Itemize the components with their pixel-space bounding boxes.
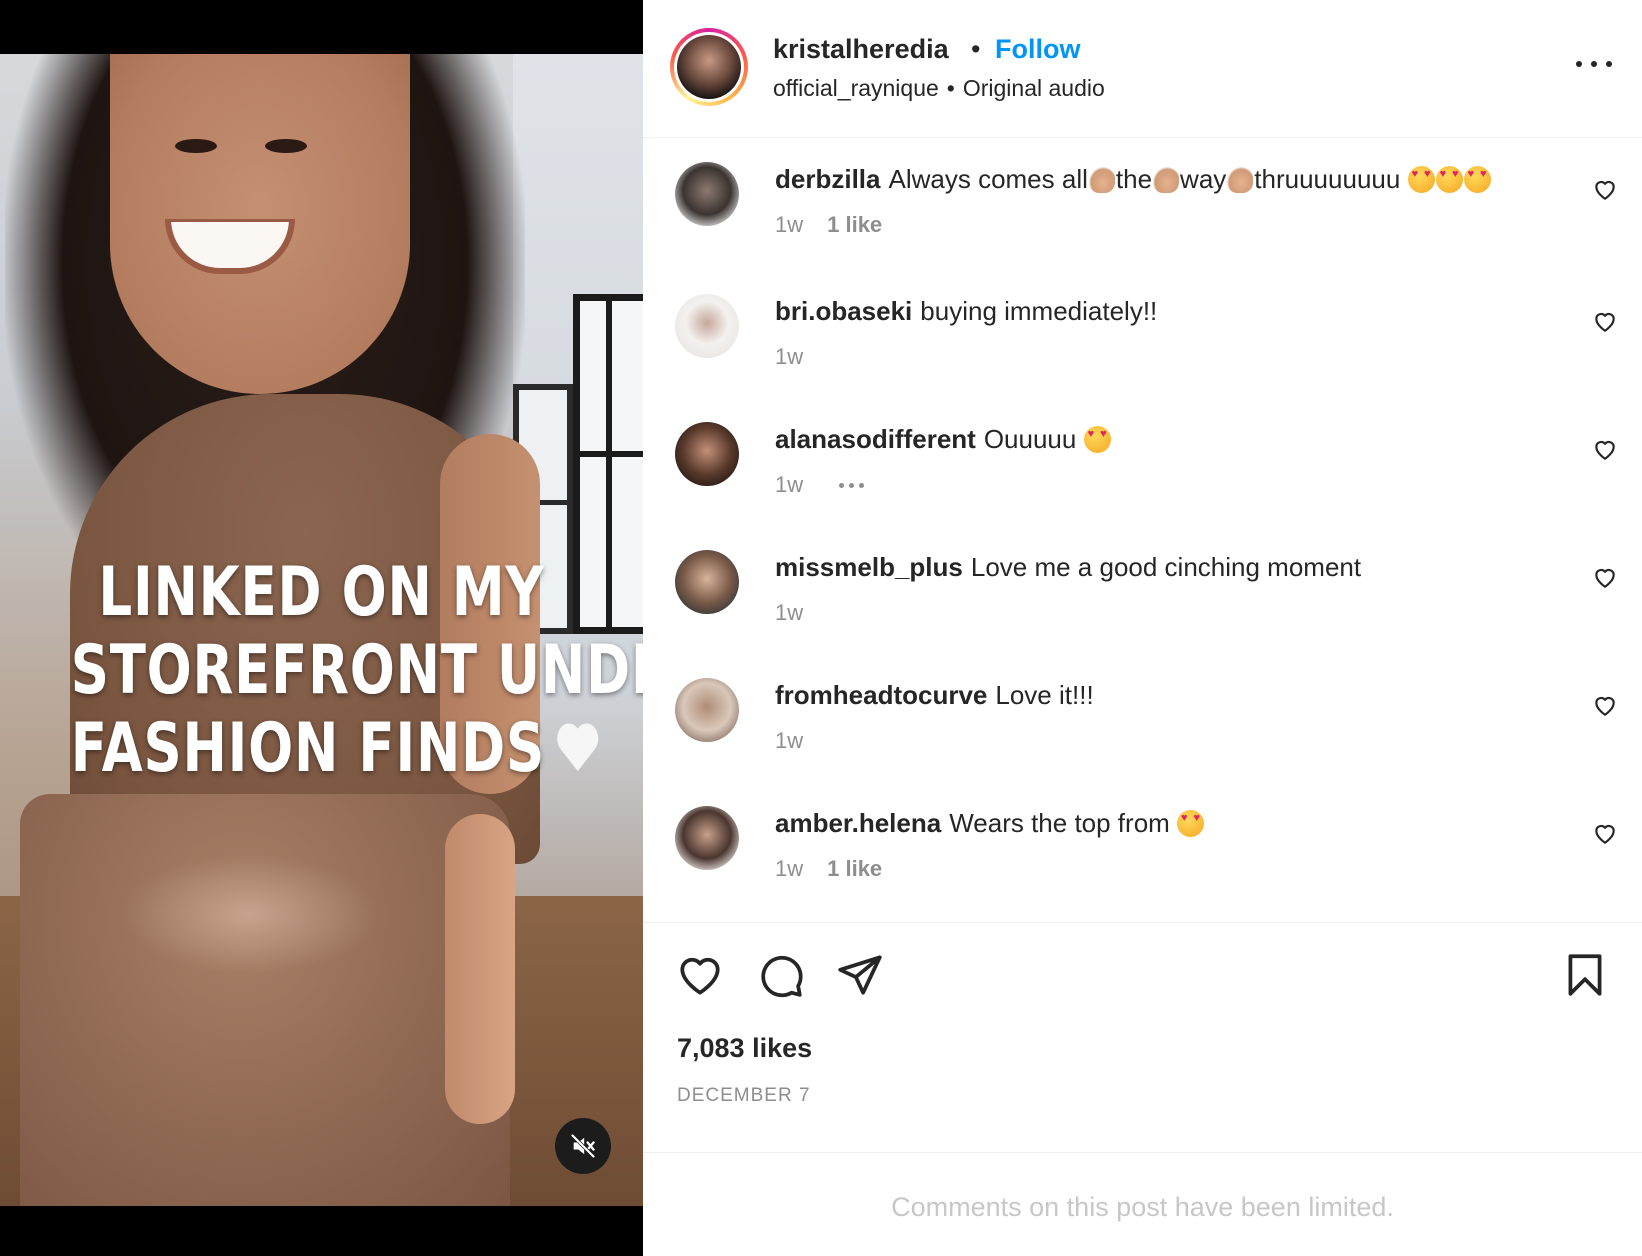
commenter-avatar[interactable] [675,162,739,226]
comment-time[interactable]: 1w [775,728,803,754]
heart-eyes-emoji-icon [1463,166,1491,193]
heart-outline-icon[interactable] [675,950,725,1000]
clapping-hands-emoji-icon [1153,167,1180,193]
comment-text: fromheadtocurve Love it!!! [775,680,1094,710]
commenter-avatar[interactable] [675,806,739,870]
comment-time[interactable]: 1w [775,600,803,626]
comment-item: fromheadtocurve Love it!!! 1w [643,662,1642,772]
comment-text: amber.helena Wears the top from [775,806,1555,840]
commenter-username[interactable]: bri.obaseki [775,296,912,326]
paper-plane-icon[interactable] [835,950,885,1000]
clapping-hands-emoji-icon [1227,167,1254,193]
comment-bubble-icon[interactable] [755,950,805,1000]
section-divider [643,922,1642,923]
post-action-bar [643,950,1642,1010]
heart-eyes-emoji-icon [1083,426,1111,453]
comment-text: alanasodifferent Ouuuuu [775,422,1555,456]
comments-list: derbzilla Always comes all the way thruuuuuu… [643,140,1642,922]
post-details-panel: kristalheredia • Follow official_rayniqu… [643,0,1642,1256]
comment-meta: 1w [775,728,803,754]
comment-meta: 1w [775,472,865,498]
comment-likes[interactable]: 1 like [827,856,882,882]
commenter-username[interactable]: amber.helena [775,808,941,838]
post-header: kristalheredia • Follow official_rayniqu… [643,0,1642,138]
author-avatar[interactable] [670,28,748,106]
reel-video[interactable]: LINKED ON MY STOREFRONT UNDER FASHION FI… [0,54,643,1206]
likes-count[interactable]: 7,083 likes [677,1033,812,1064]
commenter-avatar[interactable] [675,678,739,742]
commenter-username[interactable]: alanasodifferent [775,424,976,454]
commenter-avatar[interactable] [675,422,739,486]
comment-like-heart-icon[interactable] [1592,436,1618,462]
commenter-avatar[interactable] [675,294,739,358]
comment-likes[interactable]: 1 like [827,212,882,238]
comment-text: missmelb_plus Love me a good cinching mom… [775,552,1362,582]
author-username[interactable]: kristalheredia [773,34,949,65]
comment-meta: 1w 1 like [775,856,882,882]
comment-meta: 1w [775,600,803,626]
comments-limited-notice: Comments on this post have been limited. [891,1192,1394,1222]
comment-text: bri.obaseki buying immediately!! [775,296,1158,326]
audio-user-link[interactable]: official_raynique [773,75,939,101]
comment-item: alanasodifferentOuuuuu 1w [643,406,1642,516]
comment-text: derbzilla Always comes all the way thruuuuuu… [775,162,1555,196]
comment-like-heart-icon[interactable] [1592,564,1618,590]
heart-eyes-emoji-icon [1177,810,1205,837]
overlay-line-1: LINKED ON MY [98,553,545,632]
commenter-username[interactable]: fromheadtocurve [775,680,987,710]
header-separator: • [971,34,981,64]
commenter-username[interactable]: missmelb_plus [775,552,963,582]
section-divider [643,1152,1642,1153]
comment-item: amber.helenaWears the top from 1w 1 like [643,790,1642,900]
commenter-username[interactable]: derbzilla [775,164,880,194]
white-heart-emoji-icon [556,725,600,777]
comment-options-icon[interactable] [839,482,865,488]
bookmark-icon[interactable] [1560,950,1610,1000]
video-caption-overlay: LINKED ON MY STOREFRONT UNDER FASHION FI… [70,553,643,788]
comment-item: bri.obaseki buying immediately!! 1w [643,278,1642,388]
comment-time[interactable]: 1w [775,212,803,238]
mute-toggle-button[interactable] [555,1118,611,1174]
heart-eyes-emoji-icon [1407,166,1435,193]
reel-video-panel[interactable]: LINKED ON MY STOREFRONT UNDER FASHION FI… [0,0,643,1256]
comment-meta: 1w [775,344,803,370]
original-audio-link[interactable]: Original audio [963,75,1105,101]
comment-like-heart-icon[interactable] [1592,308,1618,334]
comment-like-heart-icon[interactable] [1592,692,1618,718]
speaker-muted-icon [571,1134,595,1158]
follow-button[interactable]: Follow [995,34,1080,65]
more-options-icon[interactable] [1576,54,1612,74]
comment-like-heart-icon[interactable] [1592,176,1618,202]
heart-eyes-emoji-icon [1435,166,1463,193]
comment-item: missmelb_plus Love me a good cinching mom… [643,534,1642,644]
audio-attribution: official_raynique • Original audio [773,75,1105,101]
commenter-avatar[interactable] [675,550,739,614]
clapping-hands-emoji-icon [1088,167,1115,193]
comment-time[interactable]: 1w [775,856,803,882]
comment-item: derbzilla Always comes all the way thruuuuuu… [643,146,1642,256]
comment-time[interactable]: 1w [775,344,803,370]
comment-meta: 1w 1 like [775,212,882,238]
overlay-line-2: STOREFRONT UNDER [70,631,643,710]
post-date[interactable]: DECEMBER 7 [677,1085,811,1107]
overlay-line-3: FASHION FINDS [71,710,573,788]
comment-time[interactable]: 1w [775,472,803,498]
comment-like-heart-icon[interactable] [1592,820,1618,846]
instagram-post-modal: LINKED ON MY STOREFRONT UNDER FASHION FI… [0,0,1642,1256]
